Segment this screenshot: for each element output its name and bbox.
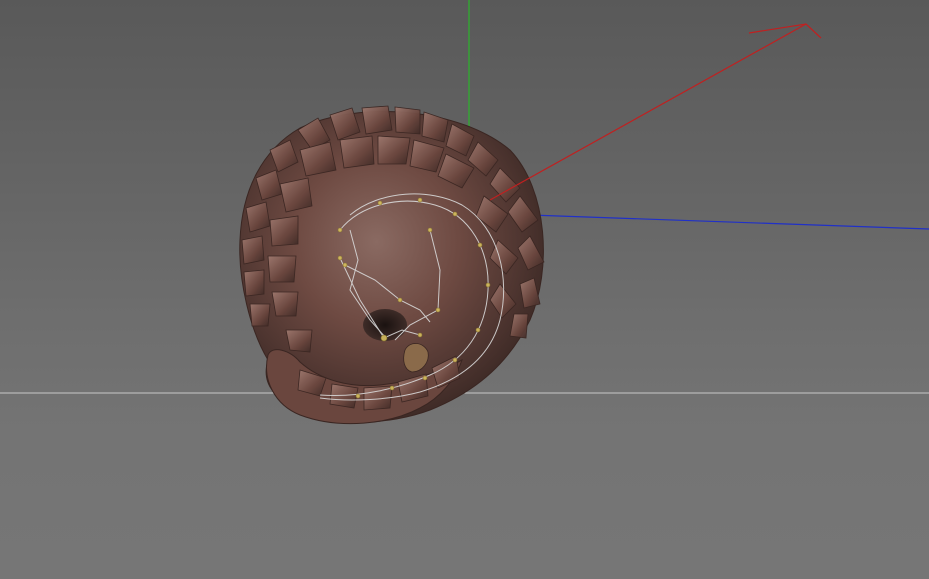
- x-axis-gizmo[interactable]: [489, 23, 822, 201]
- x-axis-line: [489, 23, 807, 201]
- viewport-scene[interactable]: [0, 0, 929, 579]
- pangolin-model[interactable]: [239, 105, 545, 425]
- z-axis-line: [529, 214, 929, 230]
- 3d-viewport[interactable]: [0, 0, 929, 579]
